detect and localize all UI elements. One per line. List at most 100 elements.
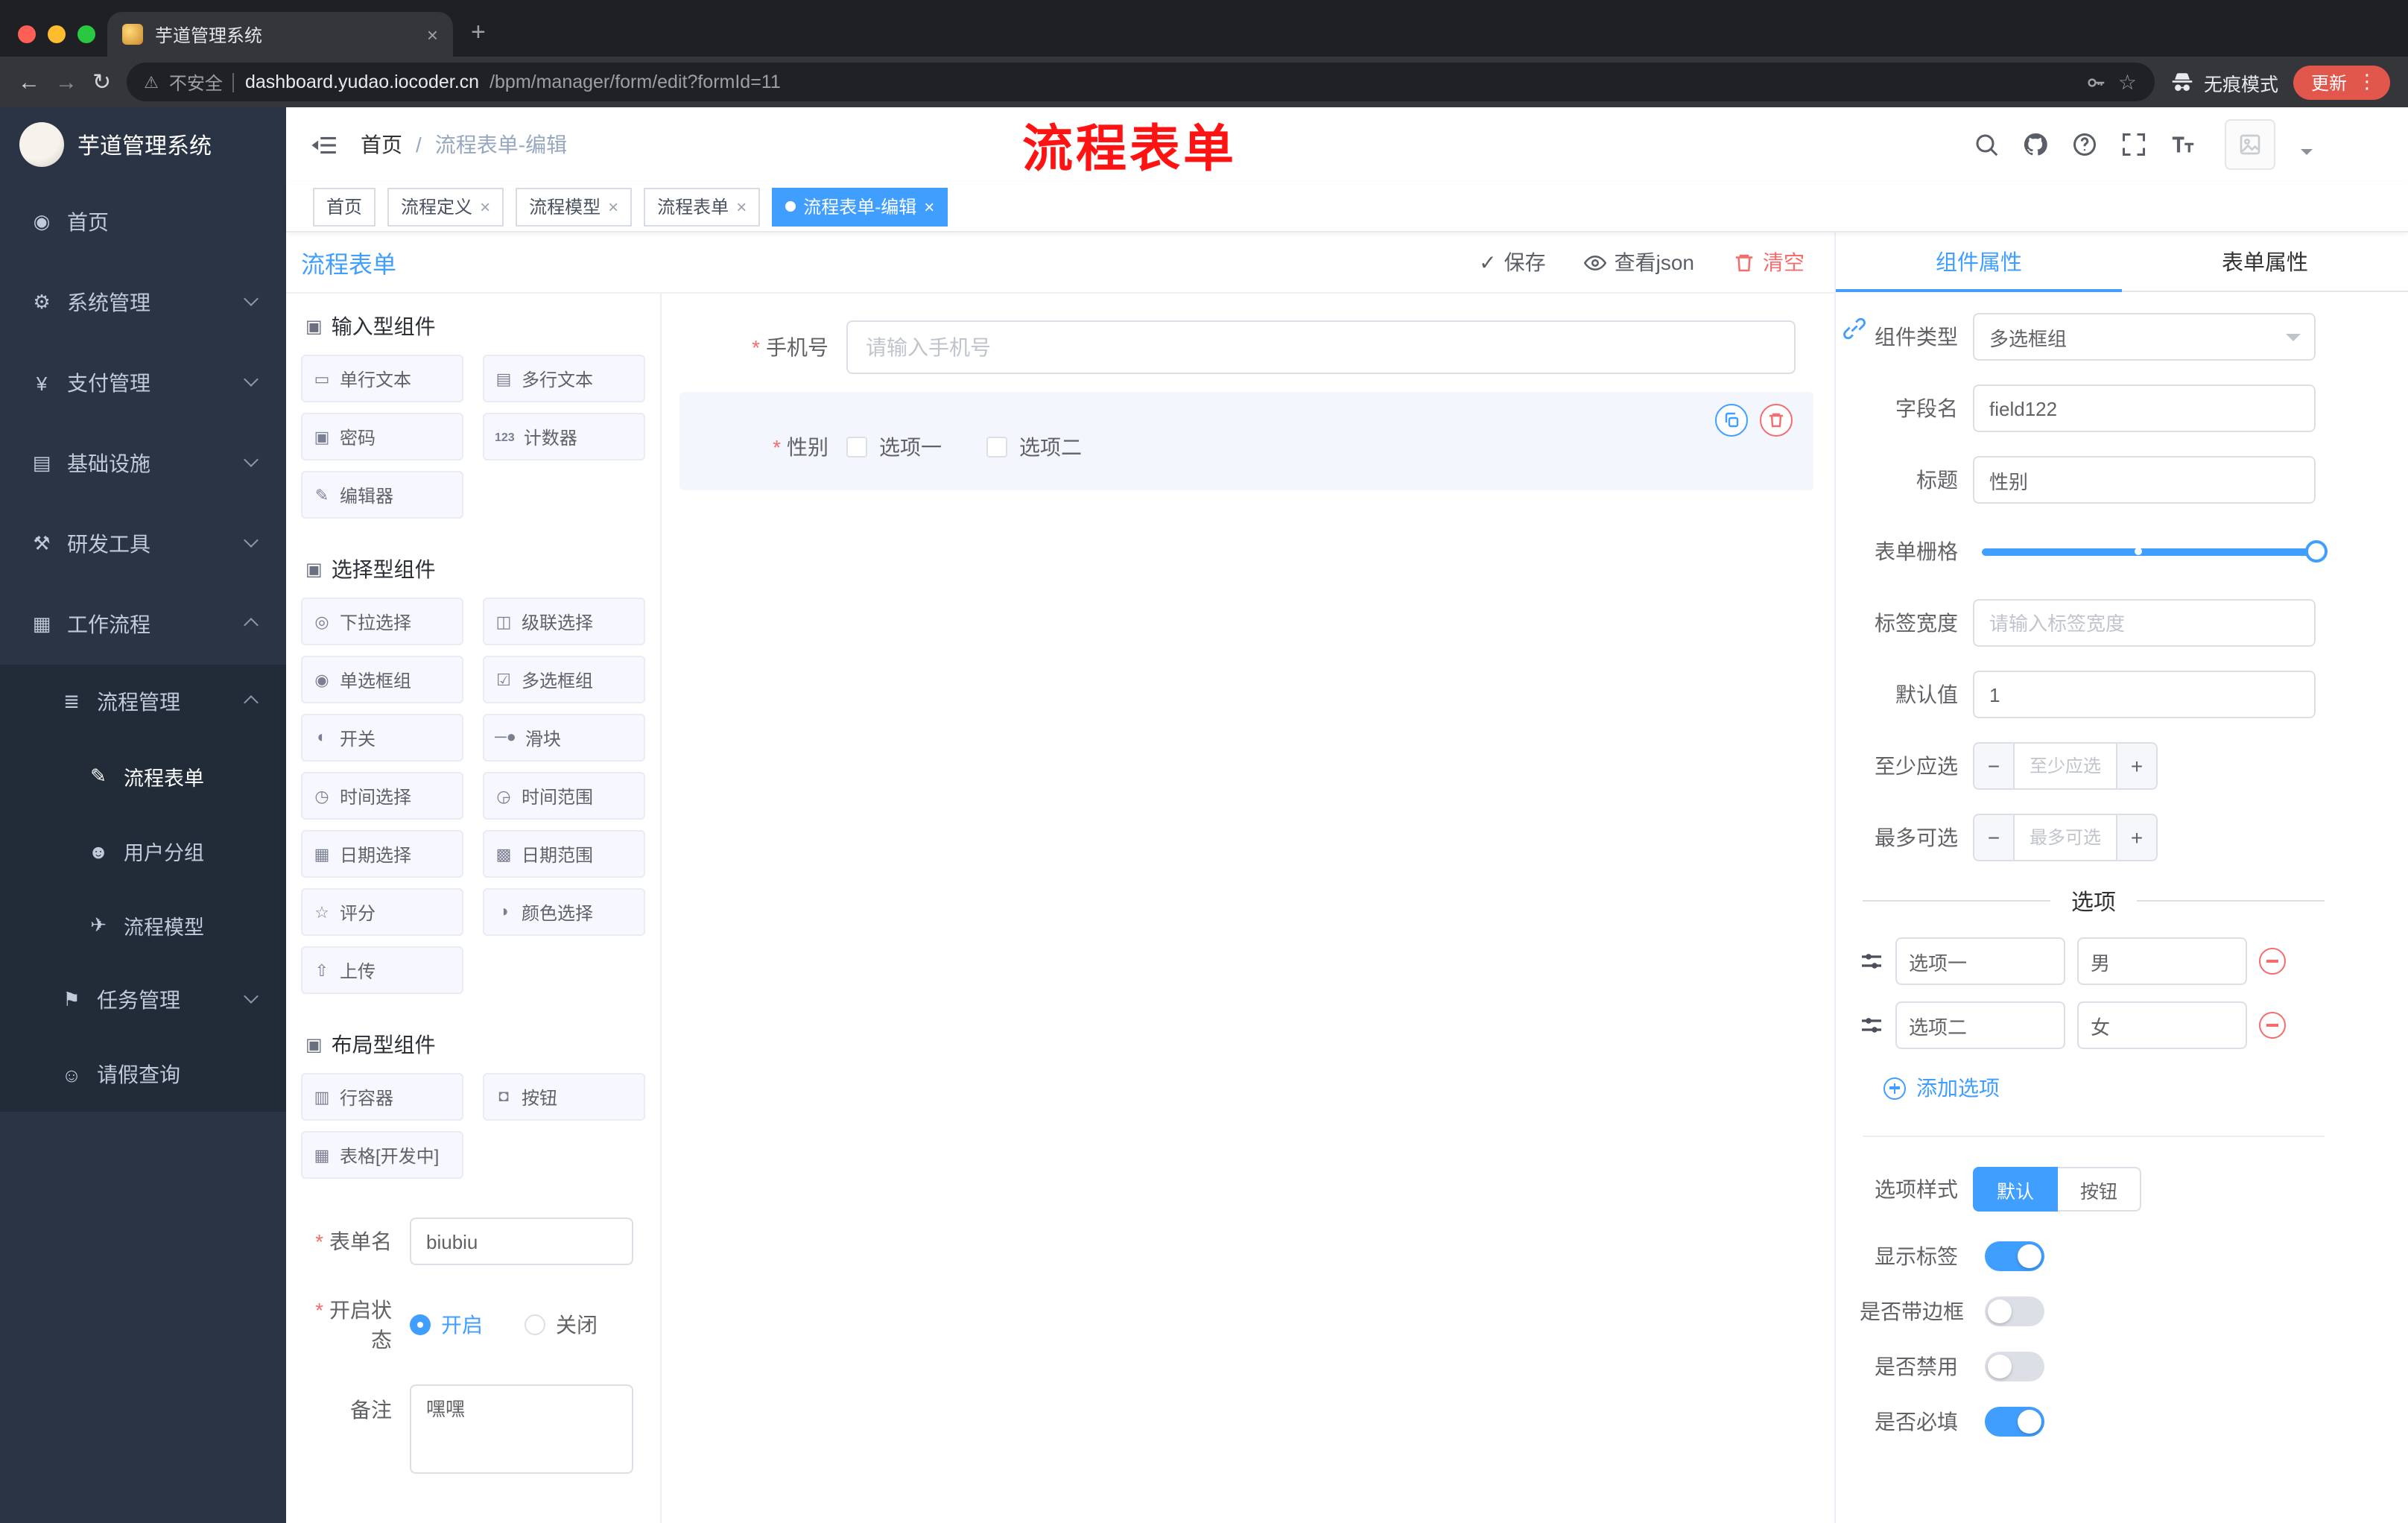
delete-field-button[interactable] bbox=[1760, 404, 1793, 437]
sidebar-item-system[interactable]: ⚙ 系统管理 bbox=[0, 262, 286, 343]
label-width-input[interactable] bbox=[1973, 599, 2316, 647]
option-value-input[interactable] bbox=[2077, 937, 2247, 985]
tag-close-icon[interactable]: × bbox=[736, 196, 747, 217]
copy-field-button[interactable] bbox=[1715, 404, 1748, 437]
tab-form-props[interactable]: 表单属性 bbox=[2122, 232, 2408, 291]
required-switch[interactable] bbox=[1985, 1407, 2044, 1437]
option-label-input[interactable] bbox=[1895, 1001, 2065, 1049]
view-json-button[interactable]: 查看json bbox=[1584, 247, 1694, 277]
app-logo[interactable]: 芋道管理系统 bbox=[0, 107, 286, 182]
component-switch[interactable]: ◐ 开关 bbox=[301, 714, 463, 762]
fullscreen-icon[interactable] bbox=[2120, 131, 2147, 158]
tab-component-props[interactable]: 组件属性 bbox=[1836, 232, 2122, 292]
window-minimize-button[interactable] bbox=[48, 25, 66, 43]
sidebar-item-user-group[interactable]: ☻ 用户分组 bbox=[0, 814, 286, 888]
border-switch[interactable] bbox=[1985, 1296, 2044, 1326]
style-default-button[interactable]: 默认 bbox=[1973, 1167, 2059, 1212]
tag-process-form[interactable]: 流程表单 × bbox=[644, 187, 761, 226]
bookmark-star-icon[interactable]: ☆ bbox=[2118, 69, 2137, 95]
sidebar-item-home[interactable]: ◉ 首页 bbox=[0, 182, 286, 262]
tag-process-model[interactable]: 流程模型 × bbox=[516, 187, 633, 226]
show-label-switch[interactable] bbox=[1985, 1241, 2044, 1271]
user-avatar[interactable] bbox=[2225, 119, 2275, 170]
option-value-input[interactable] bbox=[2077, 1001, 2247, 1049]
gender-option-2[interactable]: 选项二 bbox=[986, 432, 1082, 462]
browser-tab[interactable]: 芋道管理系统 × bbox=[107, 12, 453, 57]
form-grid-slider[interactable] bbox=[1982, 528, 2328, 575]
drag-handle-icon[interactable] bbox=[1860, 1013, 1883, 1037]
tag-close-icon[interactable]: × bbox=[480, 196, 490, 217]
window-close-button[interactable] bbox=[18, 25, 36, 43]
component-color-picker[interactable]: ◑ 颜色选择 bbox=[483, 888, 645, 936]
option-label-input[interactable] bbox=[1895, 937, 2065, 985]
forward-icon[interactable]: → bbox=[55, 69, 77, 95]
component-rate[interactable]: ☆ 评分 bbox=[301, 888, 463, 936]
font-size-icon[interactable] bbox=[2170, 131, 2196, 158]
gender-option-1[interactable]: 选项一 bbox=[846, 432, 942, 462]
checkbox-icon[interactable] bbox=[846, 437, 867, 457]
default-value-input[interactable] bbox=[1973, 671, 2316, 718]
add-option-button[interactable]: 添加选项 bbox=[1883, 1073, 2328, 1103]
reload-icon[interactable]: ↻ bbox=[92, 69, 111, 95]
browser-update-button[interactable]: 更新 ⋮ bbox=[2293, 65, 2390, 99]
component-time-picker[interactable]: ◷ 时间选择 bbox=[301, 772, 463, 820]
browser-menu-icon[interactable]: ⋮ bbox=[2357, 70, 2377, 94]
component-password[interactable]: ▣ 密码 bbox=[301, 413, 463, 460]
sidebar-item-payment[interactable]: ¥ 支付管理 bbox=[0, 343, 286, 423]
sidebar-item-task-management[interactable]: ⚑ 任务管理 bbox=[0, 963, 286, 1037]
form-canvas[interactable]: 手机号 bbox=[662, 294, 1834, 1523]
component-single-text[interactable]: ▭ 单行文本 bbox=[301, 355, 463, 402]
tag-close-icon[interactable]: × bbox=[924, 196, 934, 217]
tag-process-form-edit[interactable]: 流程表单-编辑 × bbox=[772, 187, 948, 226]
remove-option-icon[interactable] bbox=[2259, 948, 2286, 975]
password-key-icon[interactable] bbox=[2085, 71, 2108, 93]
tag-close-icon[interactable]: × bbox=[608, 196, 618, 217]
back-icon[interactable]: ← bbox=[18, 69, 40, 95]
sidebar-item-workflow[interactable]: ▦ 工作流程 bbox=[0, 584, 286, 665]
github-icon[interactable] bbox=[2022, 131, 2049, 158]
component-cascader[interactable]: ◫ 级联选择 bbox=[483, 598, 645, 645]
field-name-input[interactable] bbox=[1973, 384, 2316, 432]
security-label[interactable]: 不安全 bbox=[169, 69, 223, 95]
title-input[interactable] bbox=[1973, 456, 2316, 504]
avatar-dropdown-icon[interactable] bbox=[2301, 149, 2313, 161]
stepper-decrease-button[interactable]: − bbox=[1973, 814, 2015, 861]
status-off-radio[interactable]: 关闭 bbox=[525, 1310, 598, 1340]
sidebar-collapse-icon[interactable] bbox=[310, 130, 338, 159]
component-row-container[interactable]: ▥ 行容器 bbox=[301, 1073, 463, 1121]
component-time-range[interactable]: ◶ 时间范围 bbox=[483, 772, 645, 820]
slider-handle[interactable] bbox=[2305, 540, 2328, 563]
style-button-button[interactable]: 按钮 bbox=[2058, 1167, 2142, 1212]
sidebar-item-process-form[interactable]: ✎ 流程表单 bbox=[0, 739, 286, 814]
status-on-radio[interactable]: 开启 bbox=[410, 1310, 483, 1340]
canvas-field-gender-selected[interactable]: 性别 选项一 选项二 bbox=[679, 392, 1813, 490]
sidebar-item-infrastructure[interactable]: ▤ 基础设施 bbox=[0, 423, 286, 504]
sidebar-item-devtools[interactable]: ⚒ 研发工具 bbox=[0, 504, 286, 584]
form-name-input[interactable] bbox=[410, 1218, 633, 1265]
component-button[interactable]: ◘ 按钮 bbox=[483, 1073, 645, 1121]
tag-process-definition[interactable]: 流程定义 × bbox=[387, 187, 504, 226]
tag-home[interactable]: 首页 bbox=[313, 187, 376, 226]
component-type-select[interactable]: 多选框组 bbox=[1973, 313, 2316, 361]
component-editor[interactable]: ✎ 编辑器 bbox=[301, 471, 463, 519]
sidebar-item-process-management[interactable]: ≣ 流程管理 bbox=[0, 665, 286, 739]
checkbox-icon[interactable] bbox=[986, 437, 1007, 457]
breadcrumb-home[interactable]: 首页 bbox=[361, 130, 402, 159]
component-doc-link-icon[interactable] bbox=[1842, 316, 1867, 341]
drag-handle-icon[interactable] bbox=[1860, 949, 1883, 973]
save-button[interactable]: ✓ 保存 bbox=[1479, 247, 1545, 277]
new-tab-button[interactable]: + bbox=[453, 18, 486, 57]
sidebar-item-process-model[interactable]: ✈ 流程模型 bbox=[0, 888, 286, 963]
canvas-field-phone[interactable]: 手机号 bbox=[679, 320, 1813, 374]
stepper-decrease-button[interactable]: − bbox=[1973, 742, 2015, 790]
sidebar-item-leave-query[interactable]: ☺ 请假查询 bbox=[0, 1037, 286, 1112]
component-checkbox-group[interactable]: ☑ 多选框组 bbox=[483, 656, 645, 703]
component-upload[interactable]: ⇧ 上传 bbox=[301, 946, 463, 994]
window-zoom-button[interactable] bbox=[77, 25, 95, 43]
component-radio-group[interactable]: ◉ 单选框组 bbox=[301, 656, 463, 703]
help-icon[interactable] bbox=[2071, 131, 2098, 158]
tab-close-icon[interactable]: × bbox=[427, 23, 438, 45]
component-multi-text[interactable]: ▤ 多行文本 bbox=[483, 355, 645, 402]
slider-track[interactable] bbox=[1982, 540, 2328, 563]
component-counter[interactable]: 123 计数器 bbox=[483, 413, 645, 460]
